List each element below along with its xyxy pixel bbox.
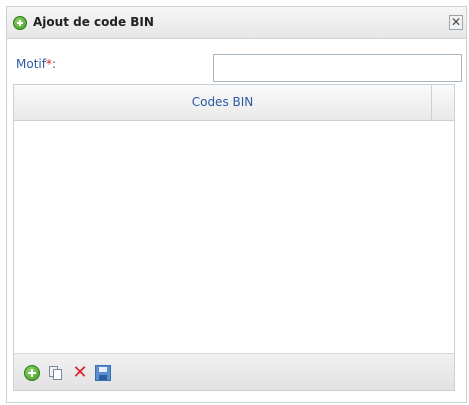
motif-label: Motif*: [16, 57, 56, 71]
column-header-codes-bin[interactable]: Codes BIN [14, 85, 432, 120]
copy-icon[interactable] [48, 365, 64, 381]
motif-label-text: Motif [16, 57, 46, 71]
save-icon[interactable] [95, 365, 111, 381]
save-icon-label [99, 367, 107, 372]
grid-toolbar: ✕ [13, 353, 455, 391]
grid-body[interactable] [14, 121, 454, 353]
motif-label-colon: : [51, 57, 57, 71]
close-button[interactable]: ✕ [449, 15, 463, 30]
motif-row: Motif*: [7, 39, 466, 85]
delete-icon[interactable]: ✕ [72, 364, 88, 382]
save-icon-slot [99, 375, 107, 380]
motif-input[interactable] [213, 54, 462, 82]
bin-codes-grid: Codes BIN [13, 84, 455, 353]
copy-icon-sheet-front [53, 369, 62, 380]
add-circle-icon [13, 16, 27, 30]
add-icon[interactable] [24, 365, 40, 381]
grid-header: Codes BIN [14, 85, 454, 121]
dialog-title: Ajout de code BIN [33, 15, 154, 29]
dialog-titlebar: Ajout de code BIN ✕ [7, 7, 466, 39]
